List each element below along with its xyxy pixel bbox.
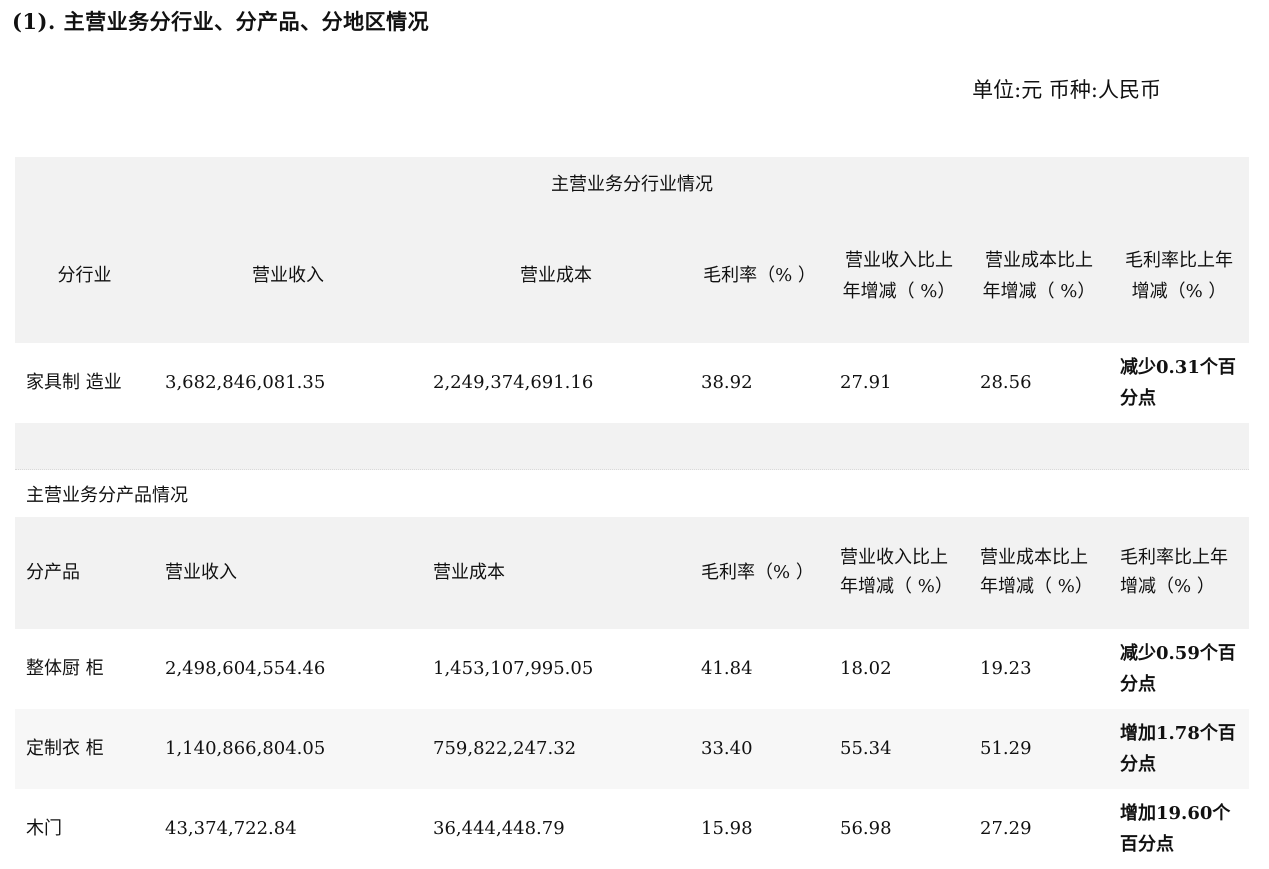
table-cell: 51.29 — [969, 709, 1109, 789]
column-header: 毛利率（% ） — [690, 209, 829, 343]
column-header: 营业收入比上年增减（ %） — [829, 517, 969, 629]
column-header: 营业收入 — [154, 517, 422, 629]
industry-section-heading: 主营业务分行业情况 — [15, 157, 1249, 209]
table-cell: 55.34 — [829, 709, 969, 789]
table-cell: 增加1.78个百分点 — [1109, 709, 1249, 789]
column-header: 分行业 — [15, 209, 154, 343]
column-header: 毛利率比上年增减（% ） — [1109, 517, 1249, 629]
table-cell: 28.56 — [980, 372, 1032, 394]
table-cell: 3,682,846,081.35 — [165, 372, 326, 394]
table-cell: 增加19.60个百分点 — [1120, 802, 1231, 856]
column-header: 营业成本比上年增减（ %） — [969, 209, 1109, 343]
business-segment-table: 主营业务分行业情况 分行业 营业收入 营业成本 毛利率（% ） 营业收入比上年增… — [15, 157, 1249, 869]
table-cell: 2,498,604,554.46 — [165, 658, 326, 680]
table-cell: 36,444,448.79 — [433, 818, 565, 840]
table-cell: 1,140,866,804.05 — [154, 709, 422, 789]
table-cell: 19.23 — [980, 658, 1032, 680]
product-section-heading: 主营业务分产品情况 — [26, 484, 188, 506]
unit-currency-label: 单位:元 币种:人民币 — [972, 78, 1161, 102]
table-cell: 18.02 — [840, 658, 892, 680]
section-title: (1). 主营业务分行业、分产品、分地区情况 — [12, 9, 430, 34]
table-cell: 27.29 — [980, 818, 1032, 840]
table-cell: 33.40 — [690, 709, 829, 789]
column-header: 毛利率比上年增减（% ） — [1109, 209, 1249, 343]
column-header: 营业收入比上年增减（ %） — [829, 209, 969, 343]
column-header: 毛利率（% ） — [690, 517, 829, 629]
column-header: 营业成本 — [422, 209, 690, 343]
table-cell: 2,249,374,691.16 — [433, 372, 594, 394]
table-cell: 41.84 — [701, 658, 753, 680]
table-cell: 1,453,107,995.05 — [433, 658, 594, 680]
table-cell: 减少0.59个百分点 — [1120, 642, 1236, 696]
column-header: 营业成本比上年增减（ %） — [969, 517, 1109, 629]
table-cell: 38.92 — [701, 372, 753, 394]
table-cell: 15.98 — [701, 818, 753, 840]
table-cell: 木门 — [26, 818, 62, 840]
section-spacer — [15, 423, 1249, 470]
column-header: 营业收入 — [154, 209, 422, 343]
table-cell: 56.98 — [840, 818, 892, 840]
table-cell: 家具制 造业 — [26, 372, 122, 394]
column-header: 营业成本 — [422, 517, 690, 629]
table-cell: 定制衣 柜 — [15, 709, 154, 789]
table-cell: 27.91 — [840, 372, 892, 394]
column-header: 分产品 — [15, 517, 154, 629]
table-cell: 减少0.31个百分点 — [1120, 356, 1236, 410]
table-cell: 759,822,247.32 — [422, 709, 690, 789]
table-cell: 43,374,722.84 — [165, 818, 297, 840]
table-cell: 整体厨 柜 — [26, 658, 104, 680]
